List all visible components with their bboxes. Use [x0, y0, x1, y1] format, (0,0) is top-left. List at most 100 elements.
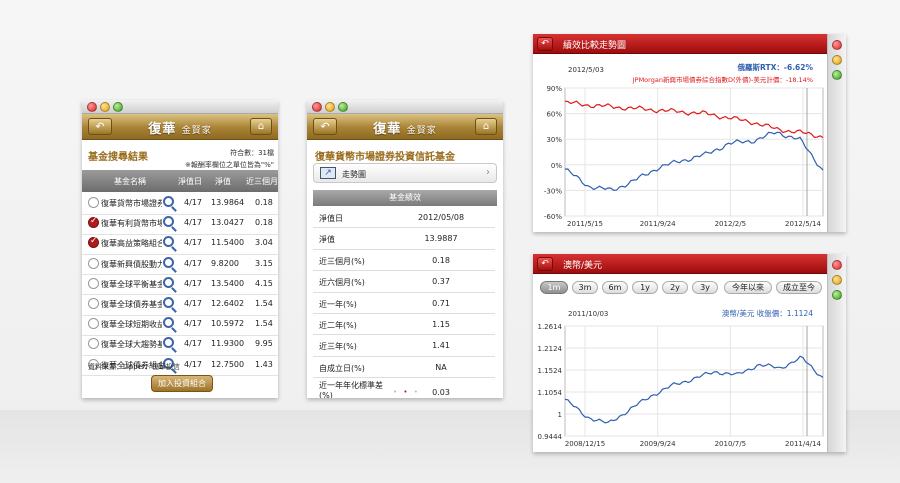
performance-label: 近六個月(%): [319, 278, 365, 288]
date-cell: 4/17: [184, 299, 202, 308]
range-button-4[interactable]: 2y: [662, 281, 688, 294]
row-select-checkbox[interactable]: [88, 277, 99, 289]
row-select-checkbox[interactable]: [88, 298, 99, 309]
range-button-0[interactable]: 1m: [540, 281, 568, 294]
performance-value: 2012/05/08: [417, 213, 465, 222]
search-icon[interactable]: [163, 297, 174, 308]
x-tick-label: 2012/5/14: [785, 220, 821, 228]
fund-table: 基金名稱 淨值日 淨值 近三個月 復華貨幣市場證券投資信託基金 4/17 13.98…: [82, 0, 278, 483]
col-header-date: 淨值日: [178, 177, 202, 186]
nav-cell: 13.9864: [211, 198, 245, 207]
search-icon[interactable]: [163, 216, 174, 228]
performance-label: 近三個月(%): [319, 256, 365, 266]
window-controls: [827, 34, 846, 232]
search-icon[interactable]: [163, 317, 174, 329]
performance-label: 近一年年化標準差(%): [319, 381, 383, 398]
fund-name-cell: 復華全球債券基金: [101, 300, 162, 309]
range-button-6[interactable]: 今年以來: [724, 281, 772, 294]
back-button[interactable]: ↶: [537, 37, 553, 51]
x-tick-label: 2008/12/15: [565, 440, 605, 448]
nav-cell: 11.9300: [211, 339, 245, 349]
x-tick-label: 2012/2/5: [715, 220, 746, 228]
close-light-icon[interactable]: [832, 260, 842, 270]
window-titlebar: [307, 100, 503, 114]
row-select-checkbox[interactable]: [88, 197, 99, 208]
minimize-light-icon[interactable]: [325, 102, 335, 112]
fund-name-cell: 復華高益策略組合基金: [101, 239, 162, 249]
performance-row: 淨值 13.9887: [313, 228, 495, 250]
search-icon[interactable]: [163, 337, 174, 349]
row-select-checkbox[interactable]: [88, 257, 99, 269]
return-cell: 0.18: [255, 218, 273, 228]
nav-cell: 13.5400: [211, 278, 245, 288]
table-row[interactable]: 復華高益策略組合基金 4/17 11.5400 3.04: [82, 232, 278, 255]
table-row[interactable]: 復華有利貨幣市場基金 4/17 13.0427 0.18: [82, 212, 278, 235]
performance-value: 0.03: [432, 388, 450, 398]
minimize-light-icon[interactable]: [832, 275, 842, 285]
return-cell: 3.15: [255, 258, 273, 268]
return-cell: 0.18: [255, 198, 273, 207]
chart-header: ↶ 澳幣/美元: [533, 254, 846, 274]
chart-date-label: 2011/10/03: [568, 310, 608, 318]
legend-red: JPMorgan新興市場債券綜合指數D(外債)-美元計價：-18.14%: [632, 75, 813, 84]
row-select-checkbox[interactable]: [88, 236, 99, 249]
legend-blue: 俄羅斯RTX：-6.62%: [737, 62, 814, 72]
y-tick-label: 0%: [551, 162, 562, 170]
nav-cell: 9.8200: [211, 258, 239, 268]
table-row[interactable]: 復華全球平衡基金 4/17 13.5400 4.15: [82, 273, 278, 296]
legend-label: 澳幣/美元 收盤價：1.1124: [722, 308, 813, 318]
row-select-checkbox[interactable]: [88, 338, 99, 350]
y-tick-label: 60%: [546, 111, 562, 119]
performance-section-header: 基金績效: [313, 190, 497, 206]
range-button-1[interactable]: 3m: [572, 281, 598, 294]
row-select-checkbox[interactable]: [88, 318, 99, 330]
zoom-light-icon[interactable]: [832, 70, 842, 80]
y-tick-label: 1: [558, 411, 562, 419]
y-tick-label: -60%: [544, 213, 562, 221]
range-button-2[interactable]: 6m: [602, 281, 628, 294]
performance-row: 近三年(%) 1.41: [313, 335, 495, 357]
performance-value: 0.71: [432, 298, 450, 308]
col-header-return: 近三個月: [246, 177, 278, 186]
y-tick-label: -30%: [544, 187, 562, 195]
nav-cell: 10.5972: [211, 319, 245, 329]
table-row[interactable]: 復華新興債股動力基金 4/17 9.8200 3.15: [82, 253, 278, 276]
nav-cell: 11.5400: [211, 238, 245, 248]
table-header: 基金名稱 淨值日 淨值 近三個月: [82, 170, 278, 192]
close-light-icon[interactable]: [312, 102, 322, 112]
date-cell: 4/17: [184, 238, 202, 248]
nav-cell: 12.7500: [211, 359, 245, 369]
zoom-light-icon[interactable]: [832, 290, 842, 300]
brand-title: 復華 金賢家: [373, 122, 437, 137]
table-row[interactable]: 復華全球短期收益基金 4/17 10.5972 1.54: [82, 313, 278, 336]
back-button[interactable]: ↶: [537, 257, 553, 271]
fund-name-cell: 復華有利貨幣市場基金: [101, 219, 162, 229]
return-cell: 4.15: [255, 278, 273, 288]
range-button-7[interactable]: 成立至今: [776, 281, 822, 294]
search-icon[interactable]: [163, 236, 174, 248]
performance-row: 淨值日 2012/05/08: [313, 207, 495, 229]
add-to-portfolio-button[interactable]: 加入投資組合: [151, 375, 213, 392]
date-cell: 4/17: [184, 359, 202, 369]
home-button[interactable]: ⌂: [475, 118, 497, 135]
table-row[interactable]: 復華全球大趨勢基金 4/17 11.9300 9.95: [82, 333, 278, 356]
y-tick-label: 90%: [546, 85, 562, 93]
minimize-light-icon[interactable]: [832, 55, 842, 65]
return-cell: 1.43: [255, 359, 273, 369]
performance-row: 自成立日(%) NA: [313, 357, 495, 379]
row-select-checkbox[interactable]: [88, 216, 99, 229]
chart-header: ↶ 績效比較走勢圖: [533, 34, 846, 54]
plot-area: [564, 87, 824, 217]
zoom-light-icon[interactable]: [338, 102, 348, 112]
trend-chart-link[interactable]: ↗ 走勢圖 ›: [313, 163, 497, 183]
range-button-3[interactable]: 1y: [632, 281, 658, 294]
range-button-5[interactable]: 3y: [692, 281, 718, 294]
performance-label: 近三年(%): [319, 342, 357, 352]
close-light-icon[interactable]: [832, 40, 842, 50]
performance-value: 1.15: [432, 320, 450, 329]
search-icon[interactable]: [163, 276, 174, 288]
fund-name-cell: 復華全球短期收益基金: [101, 320, 162, 330]
x-tick-label: 2011/5/15: [567, 220, 603, 228]
search-icon[interactable]: [163, 256, 174, 268]
search-icon[interactable]: [163, 196, 174, 207]
